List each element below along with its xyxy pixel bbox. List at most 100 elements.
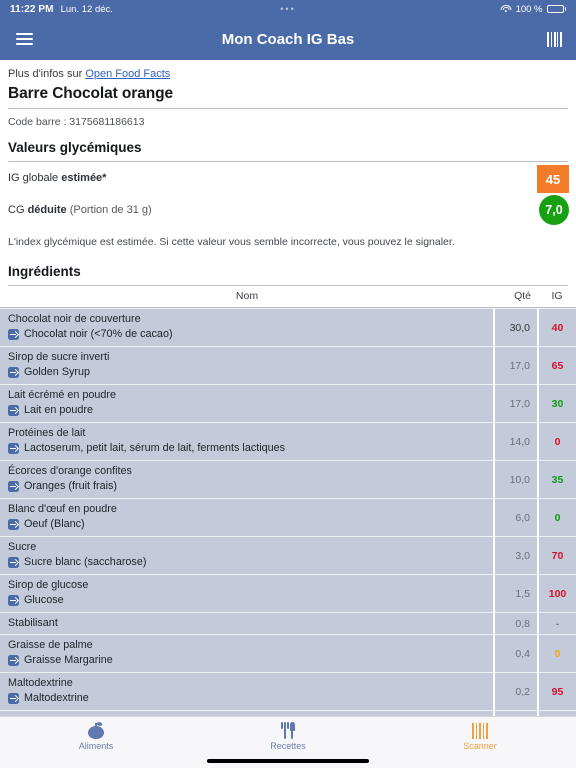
cg-label-bold: déduite [27,204,67,216]
table-row[interactable]: Écorces d'orange confites Oranges (fruit … [0,460,576,499]
ingredient-name: Stabilisant [8,617,58,629]
ingredient-ig-cell: 30 [537,384,576,423]
ingredient-qty-cell: 30,0 [493,308,538,347]
expand-arrow-icon[interactable] [8,519,19,530]
ingredient-name: Lait écrémé en poudre [8,389,117,401]
ig-global-badge: 45 [537,165,569,193]
ingredient-sub-row: Chocolat noir (<70% de cacao) [8,327,493,342]
ingredient-ig-cell: 0 [537,498,576,537]
cg-label: CG déduite (Portion de 31 g) [8,204,152,216]
ingredient-sub-row: Lactoserum, petit lait, sérum de lait, f… [8,441,493,456]
expand-arrow-icon[interactable] [8,655,19,666]
ig-global-label: IG globale estimée* [8,172,106,184]
expand-arrow-icon[interactable] [8,557,19,568]
ingredient-name-cell: Blanc d'œuf en poudre Oeuf (Blanc) [0,498,494,537]
battery-icon [546,4,566,14]
barcode-label: Code barre : [8,116,70,128]
main-content: Plus d'infos sur Open Food Facts Barre C… [0,60,576,716]
app-root: 11:22 PM Lun. 12 déc. ••• 100 % Mon Coac… [0,0,576,768]
tab-recettes[interactable]: Recettes [192,722,384,751]
more-info-line: Plus d'infos sur Open Food Facts [0,60,576,82]
ingredient-name: Protéines de lait [8,427,86,439]
expand-arrow-icon[interactable] [8,367,19,378]
ingredients-table-head: Nom Qté IG [0,286,576,309]
table-row[interactable]: Protéines de lait Lactoserum, petit lait,… [0,422,576,461]
ingredient-name-cell: Écorces d'orange confites Oranges (fruit … [0,460,494,499]
ingredient-name: Blanc d'œuf en poudre [8,503,117,515]
ingredient-name-cell: Stabilisant [0,612,494,635]
ingredient-qty-cell: 17,0 [493,384,538,423]
table-row[interactable]: Sucre Sucre blanc (saccharose) 3,0 70 [0,536,576,575]
open-food-facts-link[interactable]: Open Food Facts [85,68,170,80]
cutlery-icon [280,722,297,739]
table-row[interactable]: Sirop de glucose Glucose 1,5 100 [0,574,576,613]
ingredient-name-cell: Sirop de sucre inverti Golden Syrup [0,346,494,385]
cg-label-prefix: CG [8,204,28,216]
expand-arrow-icon[interactable] [8,481,19,492]
table-row[interactable]: Maltodextrine Maltodextrine 0,2 95 [0,672,576,711]
ingredient-sub-label: Lait en poudre [24,404,94,416]
expand-arrow-icon[interactable] [8,595,19,606]
ingredient-name: Sucre [8,541,37,553]
tab-aliments[interactable]: Aliments [0,721,192,751]
status-bar-left: 11:22 PM Lun. 12 déc. [10,4,113,15]
ingredient-qty-cell: 1,5 [493,574,538,613]
table-row[interactable]: Chocolat noir de couverture Chocolat noir… [0,308,576,347]
barcode-row: Code barre : 3175681186613 [0,109,576,134]
status-time: 11:22 PM [10,3,54,15]
barcode-icon[interactable] [547,31,562,47]
expand-arrow-icon[interactable] [8,443,19,454]
ingredient-ig-cell: 70 [537,536,576,575]
ingredient-sub-label: Oeuf (Blanc) [24,518,85,530]
tab-scanner[interactable]: Scanner [384,722,576,751]
ingredient-sub-label: Glucose [24,594,64,606]
barcode-value: 3175681186613 [69,116,145,128]
expand-arrow-icon[interactable] [8,693,19,704]
page-title: Mon Coach IG Bas [221,30,355,48]
glycemic-section-title: Valeurs glycémiques [8,140,142,155]
column-header-name: Nom [0,286,494,307]
expand-arrow-icon[interactable] [8,405,19,416]
tab-bar: Aliments Recettes Scanner [0,716,576,768]
cg-badge: 7,0 [539,195,569,225]
ingredient-name-cell: Graisse de palme Graisse Margarine [0,634,494,673]
table-row[interactable]: Graisse de palme Graisse Margarine 0,4 0 [0,634,576,673]
ingredient-sub-row: Golden Syrup [8,365,493,380]
ingredient-qty-cell: 14,0 [493,422,538,461]
ingredients-header-row: Nom Qté IG [0,286,576,307]
ig-global-row: IG globale estimée* 45 [0,162,576,194]
ingredient-qty-cell: 0,2 [493,672,538,711]
hamburger-menu-icon[interactable] [14,29,35,48]
status-date: Lun. 12 déc. [60,3,113,15]
wifi-icon [500,4,512,14]
ingredient-ig-cell: 40 [537,308,576,347]
table-row[interactable]: Stabilisant 0,8- [0,612,576,635]
ingredient-name: Graisse de palme [8,639,93,651]
ingredient-ig-cell: 95 [537,672,576,711]
cg-row: CG déduite (Portion de 31 g) 7,0 [0,194,576,226]
ingredient-sub-row: Graisse Margarine [8,653,493,668]
ingredient-name: Sirop de sucre inverti [8,351,110,363]
more-info-prefix: Plus d'infos sur [8,68,86,80]
ingredient-sub-label: Lactoserum, petit lait, sérum de lait, f… [24,442,286,454]
ingredient-qty-cell: 0,8 [493,612,538,635]
ig-global-label-prefix: IG globale [8,172,62,184]
expand-arrow-icon[interactable] [8,329,19,340]
ingredient-sub-row: Oeuf (Blanc) [8,517,493,532]
ingredient-sub-label: Sucre blanc (saccharose) [24,556,147,568]
ingredient-sub-row: Oranges (fruit frais) [8,479,493,494]
ingredient-sub-label: Graisse Margarine [24,654,113,666]
ingredient-name-cell: Lait écrémé en poudre Lait en poudre [0,384,494,423]
status-bar-right: 100 % [500,3,566,15]
ingredient-ig-cell: - [537,612,576,635]
barcode-icon [471,722,489,739]
column-header-qty: Qté [494,286,538,307]
ingredient-name: Sirop de glucose [8,579,89,591]
ingredient-sub-label: Golden Syrup [24,366,91,378]
table-row[interactable]: Blanc d'œuf en poudre Oeuf (Blanc) 6,0 0 [0,498,576,537]
home-indicator [207,759,369,763]
table-row[interactable]: Lait écrémé en poudre Lait en poudre 17,0 3… [0,384,576,423]
status-bar: 11:22 PM Lun. 12 déc. ••• 100 % [0,0,576,18]
battery-percent-label: 100 % [515,3,543,15]
table-row[interactable]: Sirop de sucre inverti Golden Syrup 17,0 65 [0,346,576,385]
